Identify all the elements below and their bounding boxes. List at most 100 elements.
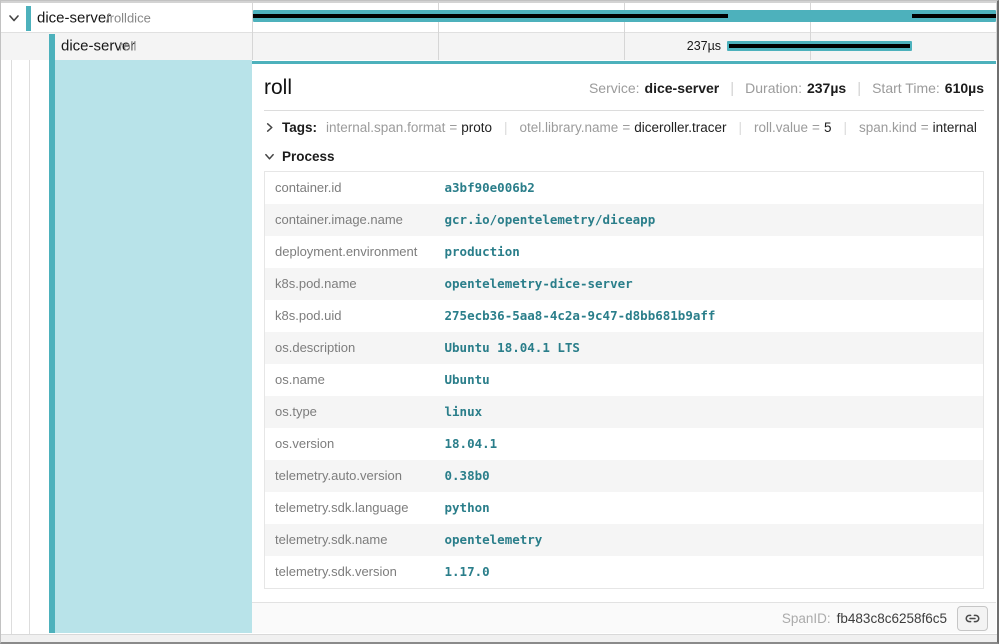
header-divider xyxy=(264,110,984,111)
jaeger-trace-detail-window: dice-server /rolldice dice-server roll 2… xyxy=(0,0,999,644)
table-row: deployment.environmentproduction xyxy=(265,236,984,268)
process-value: 1.17.0 xyxy=(435,556,984,589)
span-id-label: SpanID: xyxy=(782,611,831,626)
tag-value: diceroller.tracer xyxy=(634,120,726,135)
table-row: telemetry.sdk.version1.17.0 xyxy=(265,556,984,589)
table-row: telemetry.sdk.nameopentelemetry xyxy=(265,524,984,556)
equals-sign: = xyxy=(622,120,630,135)
tree-indent-guide xyxy=(11,60,12,634)
duration-label: Duration: xyxy=(745,80,802,96)
span-bar-roll[interactable] xyxy=(727,41,913,51)
process-value: a3bf90e006b2 xyxy=(435,172,984,205)
equals-sign: = xyxy=(449,120,457,135)
process-value: python xyxy=(435,492,984,524)
table-row: container.image.namegcr.io/opentelemetry… xyxy=(265,204,984,236)
process-key: os.name xyxy=(265,364,435,396)
process-value: Ubuntu xyxy=(435,364,984,396)
table-row: container.ida3bf90e006b2 xyxy=(265,172,984,205)
service-color-bar xyxy=(26,6,31,31)
duration-value: 237µs xyxy=(807,80,846,96)
process-value: gcr.io/opentelemetry/diceapp xyxy=(435,204,984,236)
process-label: Process xyxy=(282,149,335,164)
tags-accordion[interactable]: Tags: internal.span.format = proto | otel.… xyxy=(264,120,984,135)
timeline-bars: 237µs xyxy=(252,3,997,60)
selected-span-row-area xyxy=(1,60,252,634)
process-key: container.id xyxy=(265,172,435,205)
process-key: k8s.pod.name xyxy=(265,268,435,300)
tag-key: otel.library.name xyxy=(520,120,619,135)
process-accordion[interactable]: Process xyxy=(264,149,984,164)
next-row-edge xyxy=(1,634,997,643)
start-time-value: 610µs xyxy=(945,80,984,96)
tag-item: otel.library.name= diceroller.tracer xyxy=(520,120,727,135)
equals-sign: = xyxy=(921,120,929,135)
tag-value: internal xyxy=(933,120,977,135)
table-row: os.descriptionUbuntu 18.04.1 LTS xyxy=(265,332,984,364)
process-key: deployment.environment xyxy=(265,236,435,268)
process-key: telemetry.sdk.language xyxy=(265,492,435,524)
link-icon xyxy=(965,611,980,626)
process-value: Ubuntu 18.04.1 LTS xyxy=(435,332,984,364)
service-color-bar xyxy=(49,34,55,60)
process-key: os.type xyxy=(265,396,435,428)
process-value: 0.38b0 xyxy=(435,460,984,492)
table-row: k8s.pod.nameopentelemetry-dice-server xyxy=(265,268,984,300)
span-detail-header: roll Service: dice-server | Duration: 23… xyxy=(264,76,984,100)
span-bar-overlay xyxy=(912,14,996,18)
span-meta: Service: dice-server | Duration: 237µs |… xyxy=(589,80,984,97)
tag-key: roll.value xyxy=(754,120,808,135)
process-value: production xyxy=(435,236,984,268)
chevron-down-icon[interactable] xyxy=(264,151,275,162)
span-detail-panel: roll Service: dice-server | Duration: 23… xyxy=(252,61,996,633)
process-value: opentelemetry xyxy=(435,524,984,556)
operation-name: roll xyxy=(119,39,136,54)
table-row: os.typelinux xyxy=(265,396,984,428)
operation-name: /rolldice xyxy=(106,10,151,25)
tag-key: internal.span.format xyxy=(326,120,445,135)
equals-sign: = xyxy=(812,120,820,135)
span-bar-overlay xyxy=(729,44,911,48)
table-row: telemetry.auto.version0.38b0 xyxy=(265,460,984,492)
meta-separator: | xyxy=(857,80,861,97)
process-value: 18.04.1 xyxy=(435,428,984,460)
tag-item: roll.value = 5 xyxy=(754,120,831,135)
tag-value: proto xyxy=(461,120,492,135)
selected-row-highlight xyxy=(55,60,252,633)
process-key: container.image.name xyxy=(265,204,435,236)
tag-key: span.kind xyxy=(859,120,917,135)
span-bar-rolldice[interactable] xyxy=(253,10,996,22)
process-table: container.ida3bf90e006b2 container.image… xyxy=(264,171,984,589)
meta-separator: | xyxy=(730,80,734,97)
process-key: k8s.pod.uid xyxy=(265,300,435,332)
table-row: os.nameUbuntu xyxy=(265,364,984,396)
start-time-label: Start Time: xyxy=(872,80,940,96)
tag-item: internal.span.format = proto xyxy=(326,120,492,135)
tag-separator: | xyxy=(739,120,743,135)
table-row: k8s.pod.uid275ecb36-5aa8-4c2a-9c47-d8bb6… xyxy=(265,300,984,332)
tag-separator: | xyxy=(504,120,508,135)
process-key: os.description xyxy=(265,332,435,364)
span-duration-label: 237µs xyxy=(252,39,725,53)
process-key: telemetry.sdk.name xyxy=(265,524,435,556)
service-value: dice-server xyxy=(645,80,720,96)
process-key: telemetry.auto.version xyxy=(265,460,435,492)
span-bar-overlay xyxy=(253,14,728,18)
tree-indent-guide xyxy=(29,60,30,634)
tag-separator: | xyxy=(843,120,847,135)
table-row: telemetry.sdk.languagepython xyxy=(265,492,984,524)
process-value: opentelemetry-dice-server xyxy=(435,268,984,300)
chevron-right-icon[interactable] xyxy=(264,122,275,133)
span-detail-footer: SpanID: fb483c8c6258f6c5 xyxy=(252,602,996,633)
span-id-value: fb483c8c6258f6c5 xyxy=(837,611,947,626)
service-name[interactable]: dice-server xyxy=(37,9,111,26)
table-row: os.version18.04.1 xyxy=(265,428,984,460)
span-operation-title: roll xyxy=(264,76,292,100)
chevron-down-icon[interactable] xyxy=(8,12,20,24)
tags-label: Tags: xyxy=(282,120,317,135)
process-key: os.version xyxy=(265,428,435,460)
process-value: 275ecb36-5aa8-4c2a-9c47-d8bb681b9aff xyxy=(435,300,984,332)
tag-item: span.kind = internal xyxy=(859,120,977,135)
tag-value: 5 xyxy=(824,120,832,135)
deep-link-button[interactable] xyxy=(957,606,988,631)
process-value: linux xyxy=(435,396,984,428)
